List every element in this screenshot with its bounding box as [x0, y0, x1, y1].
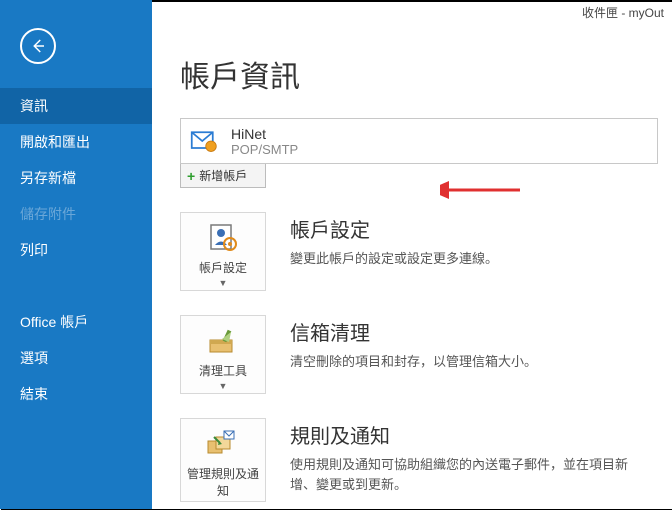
- section-desc: 清空刪除的項目和封存，以管理信箱大小。: [290, 352, 537, 372]
- account-name: HiNet: [231, 126, 298, 142]
- nav-upper: 資訊 開啟和匯出 另存新檔 儲存附件 列印 Office 帳戶 選項 結束: [0, 88, 152, 412]
- nav-item-exit[interactable]: 結束: [0, 376, 152, 412]
- account-selector[interactable]: HiNet POP/SMTP: [180, 118, 658, 164]
- account-text: HiNet POP/SMTP: [231, 126, 298, 157]
- section-desc: 變更此帳戶的設定或設定更多連線。: [290, 249, 498, 269]
- plus-icon: +: [187, 169, 195, 183]
- section-mailbox-cleanup: 清理工具 ▼ 信箱清理 清空刪除的項目和封存，以管理信箱大小。: [180, 315, 672, 394]
- arrow-left-icon: [29, 37, 47, 55]
- cleanup-tools-icon: [185, 324, 261, 358]
- tile-rules-alerts[interactable]: 管理規則及通知: [180, 418, 266, 502]
- annotation-arrow-icon: [440, 180, 530, 200]
- nav-item-save-attachment: 儲存附件: [0, 196, 152, 232]
- add-account-button[interactable]: + 新增帳戶: [180, 164, 266, 188]
- account-settings-icon: [185, 221, 261, 255]
- rules-alerts-icon: [185, 427, 261, 461]
- section-desc: 使用規則及通知可協助組織您的內送電子郵件，並在項目新增、變更或到更新。: [290, 455, 650, 494]
- main-panel: 帳戶資訊 HiNet POP/SMTP + 新增帳戶: [152, 0, 672, 509]
- nav-item-save-as[interactable]: 另存新檔: [0, 160, 152, 196]
- tile-label: 帳戶設定: [185, 259, 261, 276]
- nav-item-options[interactable]: 選項: [0, 340, 152, 376]
- section-title: 規則及通知: [290, 420, 650, 449]
- add-account-label: 新增帳戶: [199, 167, 247, 184]
- section-title: 信箱清理: [290, 317, 537, 346]
- nav-item-office-account[interactable]: Office 帳戶: [0, 304, 152, 340]
- page-title: 帳戶資訊: [180, 52, 672, 96]
- account-icon: [189, 126, 219, 156]
- nav-item-print[interactable]: 列印: [0, 232, 152, 268]
- chevron-down-icon: ▼: [185, 278, 261, 288]
- section-account-settings: 帳戶設定 ▼ 帳戶設定 變更此帳戶的設定或設定更多連線。: [180, 212, 672, 291]
- nav-item-open-export[interactable]: 開啟和匯出: [0, 124, 152, 160]
- tile-label: 管理規則及通知: [185, 465, 261, 499]
- chevron-down-icon: ▼: [185, 381, 261, 391]
- nav-item-info[interactable]: 資訊: [0, 88, 152, 124]
- tile-cleanup-tools[interactable]: 清理工具 ▼: [180, 315, 266, 394]
- backstage-sidebar: 資訊 開啟和匯出 另存新檔 儲存附件 列印 Office 帳戶 選項 結束: [0, 0, 152, 509]
- tile-label: 清理工具: [185, 362, 261, 379]
- back-button[interactable]: [20, 28, 56, 64]
- tile-account-settings[interactable]: 帳戶設定 ▼: [180, 212, 266, 291]
- section-rules-alerts: 管理規則及通知 規則及通知 使用規則及通知可協助組織您的內送電子郵件，並在項目新…: [180, 418, 672, 502]
- account-protocol: POP/SMTP: [231, 142, 298, 157]
- section-title: 帳戶設定: [290, 214, 498, 243]
